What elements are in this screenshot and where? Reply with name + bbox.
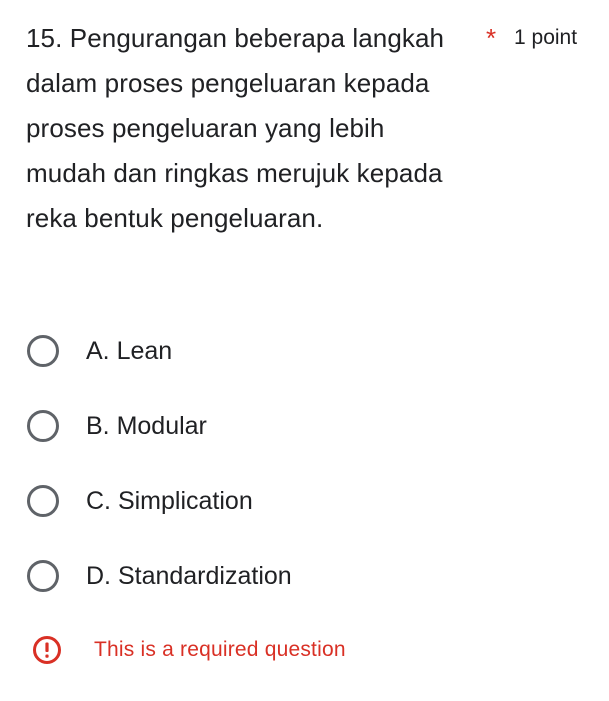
error-message: This is a required question: [94, 638, 346, 661]
option-a[interactable]: A. Lean: [26, 329, 172, 373]
radio-unchecked-icon[interactable]: [27, 410, 59, 442]
option-label: A. Lean: [86, 337, 173, 365]
option-d[interactable]: D. Standardization: [26, 554, 292, 598]
radio-unchecked-icon[interactable]: [27, 335, 59, 367]
question-title: 15. Pengurangan beberapa langkah dalam p…: [26, 23, 445, 233]
radio-unchecked-icon[interactable]: [27, 560, 59, 592]
required-indicator: *: [486, 23, 497, 53]
option-label: C. Simplication: [86, 487, 253, 515]
option-c[interactable]: C. Simplication: [26, 479, 253, 523]
radio-unchecked-icon[interactable]: [27, 485, 59, 517]
points-label: 1 point: [514, 26, 578, 49]
option-label: B. Modular: [86, 412, 207, 440]
option-label: D. Standardization: [86, 562, 292, 590]
validation-error: This is a required question: [32, 635, 346, 665]
error-exclamation-icon: [33, 636, 61, 664]
option-b[interactable]: B. Modular: [26, 404, 207, 448]
